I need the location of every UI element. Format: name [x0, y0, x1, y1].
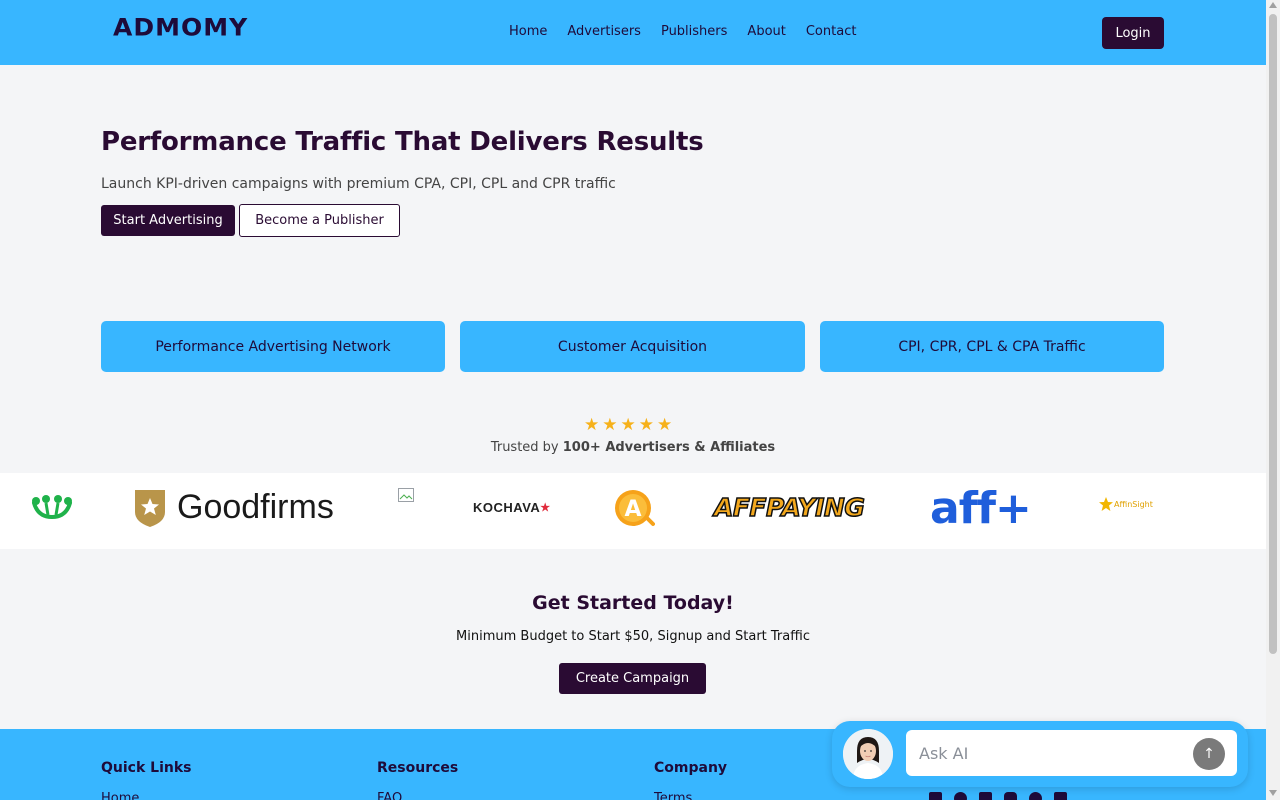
star-icon: ★	[602, 415, 618, 435]
social-links	[929, 792, 1067, 800]
linkedin-icon[interactable]	[929, 792, 942, 800]
page-scrollbar[interactable]	[1266, 0, 1280, 800]
footer-link-faq[interactable]: FAQ	[377, 791, 402, 800]
footer-heading-resources: Resources	[377, 760, 459, 776]
rating-stars: ★ ★ ★ ★ ★	[584, 417, 672, 434]
feature-card-performance[interactable]: Performance Advertising Network	[101, 321, 445, 372]
trust-text: Trusted by 100+ Advertisers & Affiliates	[0, 440, 1266, 455]
twitter-icon[interactable]	[979, 792, 992, 800]
star-icon: ★	[657, 415, 673, 435]
goodfirms-shield-icon	[135, 490, 165, 527]
feature-card-acquisition[interactable]: Customer Acquisition	[460, 321, 805, 372]
ask-ai-input[interactable]	[919, 730, 1179, 776]
start-advertising-button[interactable]: Start Advertising	[101, 205, 235, 236]
kochava-wordmark: KOCHAVA	[473, 500, 541, 515]
nav-home[interactable]: Home	[509, 24, 547, 39]
facebook-icon[interactable]	[954, 792, 967, 800]
star-icon: ★	[584, 415, 600, 435]
email-icon[interactable]	[1054, 792, 1067, 800]
create-campaign-button[interactable]: Create Campaign	[559, 663, 706, 694]
site-logo[interactable]: ADMOMY	[113, 14, 248, 42]
nav-about[interactable]: About	[747, 24, 785, 39]
feature-card-traffic[interactable]: CPI, CPR, CPL & CPA Traffic	[820, 321, 1164, 372]
main-nav: Home Advertisers Publishers About Contac…	[509, 24, 856, 39]
instagram-icon[interactable]	[1004, 792, 1017, 800]
get-started-title: Get Started Today!	[532, 592, 734, 614]
partner-logo-green-icon	[30, 493, 74, 523]
nav-advertisers[interactable]: Advertisers	[567, 24, 641, 39]
partner-logo-kochava: KOCHAVA ★	[473, 500, 551, 515]
footer-link-terms[interactable]: Terms	[654, 791, 692, 800]
scrollbar-thumb[interactable]	[1269, 14, 1277, 654]
hero-subtitle: Launch KPI-driven campaigns with premium…	[101, 176, 616, 192]
hero-title: Performance Traffic That Delivers Result…	[101, 127, 704, 157]
svg-text:A: A	[624, 497, 641, 522]
login-button[interactable]: Login	[1102, 17, 1164, 49]
broken-image-icon	[398, 488, 414, 502]
footer-link-home[interactable]: Home	[101, 791, 139, 800]
arrow-up-icon[interactable]: ↑	[1193, 738, 1225, 770]
footer-heading-quick-links: Quick Links	[101, 760, 192, 776]
site-header: ADMOMY Home Advertisers Publishers About…	[0, 0, 1266, 65]
scroll-down-icon[interactable]	[1269, 790, 1277, 796]
affinsight-wordmark: AffinSight	[1114, 499, 1153, 509]
pinterest-icon[interactable]	[1029, 792, 1042, 800]
nav-contact[interactable]: Contact	[806, 24, 857, 39]
trust-count: 100+ Advertisers & Affiliates	[562, 440, 776, 455]
partner-logo-a-circle: A	[613, 488, 655, 528]
partner-logo-affinsight: AffinSight	[1098, 496, 1153, 512]
nav-publishers[interactable]: Publishers	[661, 24, 727, 39]
get-started-subtitle: Minimum Budget to Start $50, Signup and …	[456, 629, 810, 644]
become-publisher-button[interactable]: Become a Publisher	[239, 204, 400, 237]
partner-logo-affplus: aff+	[930, 483, 1032, 534]
affinsight-star-icon	[1099, 497, 1113, 511]
trust-prefix: Trusted by	[490, 440, 563, 455]
star-icon: ★	[620, 415, 636, 435]
ask-ai-widget: ↑	[832, 721, 1248, 787]
star-icon: ★	[638, 415, 654, 435]
ask-ai-input-wrapper: ↑	[906, 730, 1237, 776]
goodfirms-wordmark: Goodfirms	[177, 487, 334, 526]
scroll-up-icon[interactable]	[1269, 2, 1277, 8]
partner-logo-goodfirms: Goodfirms	[133, 486, 334, 528]
partner-logo-strip: Goodfirms KOCHAVA ★ A AFFPAYING aff+ Affi…	[0, 473, 1266, 549]
partner-logo-affpaying: AFFPAYING	[713, 492, 865, 523]
assistant-avatar	[843, 729, 893, 779]
footer-heading-company: Company	[654, 760, 728, 776]
kochava-star-icon: ★	[540, 502, 551, 514]
